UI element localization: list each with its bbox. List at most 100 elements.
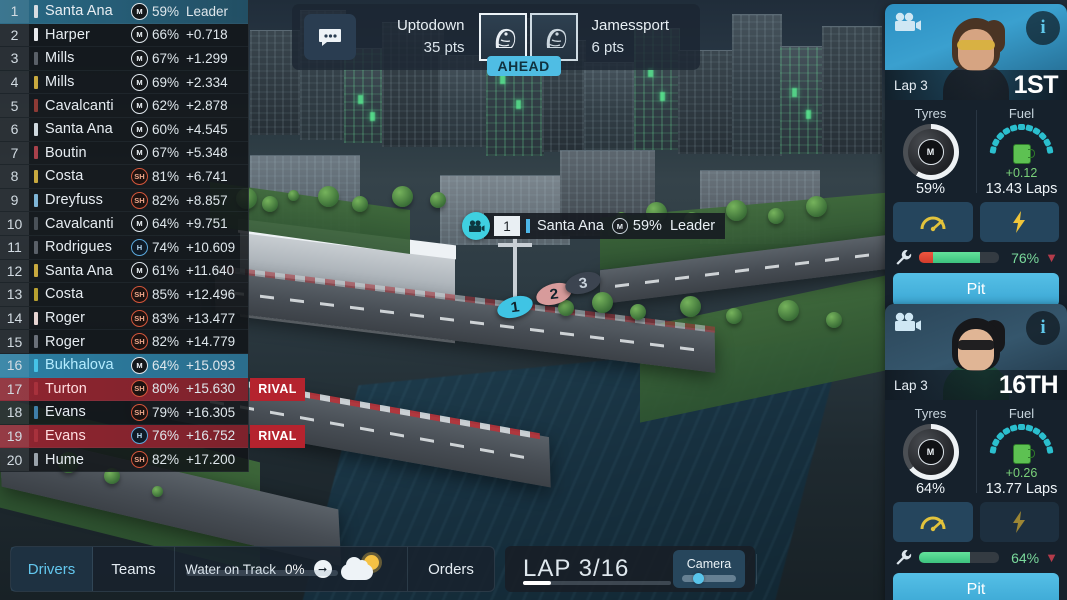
track-car-marker[interactable]: 3	[563, 270, 603, 296]
building	[584, 62, 636, 150]
camera-slider[interactable]	[682, 572, 736, 584]
camera-slider-knob[interactable]	[692, 572, 704, 584]
standings-row[interactable]: 14 Roger SH 83% +13.477	[0, 306, 248, 331]
standings-row[interactable]: 12 Santa Ana M 61% +11.640	[0, 259, 248, 284]
row-gap: +10.609	[186, 239, 236, 255]
info-button[interactable]: i	[1026, 11, 1060, 45]
row-gap: +8.857	[186, 192, 228, 208]
fuel-laps: 13.43 Laps	[985, 181, 1058, 197]
row-driver-name: Dreyfuss	[45, 192, 104, 209]
camera-button[interactable]: Camera	[673, 550, 745, 588]
right-team-crest[interactable]	[529, 13, 578, 61]
damage-row[interactable]: 64% ▼	[885, 548, 1067, 573]
left-team-crest[interactable]	[478, 13, 527, 61]
push-button[interactable]	[893, 202, 973, 242]
row-tyre-badge: M	[131, 144, 148, 162]
divider	[756, 554, 757, 584]
standings-row[interactable]: 20 Hume SH 82% +17.200	[0, 448, 248, 472]
standings-row[interactable]: 17 Turton SH 80% +15.630	[0, 377, 248, 402]
speed-gauge-icon	[920, 516, 946, 532]
standings-row[interactable]: 10 Cavalcanti M 64% +9.751	[0, 212, 248, 236]
standings-row[interactable]: 7 Boutin M 67% +5.348	[0, 141, 248, 166]
chevron-down-icon[interactable]: ▼	[1045, 250, 1058, 265]
camera-button[interactable]	[893, 12, 923, 34]
row-position: 19	[0, 424, 29, 448]
standings-row[interactable]: 13 Costa SH 85% +12.496	[0, 283, 248, 307]
standings-row[interactable]: 18 Evans SH 79% +16.305	[0, 401, 248, 425]
row-tyre-wear: 80%	[152, 381, 180, 397]
tyres-gauge: Tyres M 64%	[885, 406, 976, 497]
tyres-label: Tyres	[914, 406, 947, 421]
row-team-color	[34, 169, 38, 183]
standings-row[interactable]: 1 Santa Ana M 59% Leader	[0, 0, 248, 24]
standings-row[interactable]: 11 Rodrigues H 74% +10.609	[0, 235, 248, 260]
standings-row[interactable]: 16 Bukhalova M 64% +15.093	[0, 353, 248, 378]
game-screen: 1 2 3 1 Santa Ana M 59% Leader 2 Harper M 66% +0.…	[0, 0, 1067, 600]
row-tyre-badge: M	[131, 73, 148, 91]
tooltip-driver-name: Santa Ana	[537, 218, 604, 234]
fuel-label: Fuel	[1008, 106, 1035, 121]
row-gap: +6.741	[186, 168, 228, 184]
row-tyre-wear: 59%	[152, 3, 180, 19]
standings-row[interactable]: 8 Costa SH 81% +6.741	[0, 165, 248, 189]
row-team-color	[34, 264, 38, 278]
chat-button[interactable]	[304, 14, 356, 60]
tyres-label: Tyres	[914, 106, 947, 121]
row-position: 17	[0, 377, 29, 401]
car-number: 1	[509, 298, 521, 316]
push-button[interactable]	[893, 502, 973, 542]
standings-row[interactable]: 4 Mills M 69% +2.334	[0, 70, 248, 95]
standings-row[interactable]: 15 Roger SH 82% +14.779	[0, 330, 248, 354]
sun-cloud-icon	[340, 555, 381, 583]
row-tyre-wear: 74%	[152, 239, 180, 255]
fuel-arc-segment	[1009, 124, 1018, 132]
row-tyre-badge: SH	[131, 285, 148, 303]
damage-row[interactable]: 76% ▼	[885, 248, 1067, 273]
boost-button[interactable]	[979, 502, 1059, 542]
lap-position-bar: Lap 3 16TH	[885, 370, 1067, 400]
row-tyre-wear: 67%	[152, 145, 180, 161]
camera-button[interactable]	[893, 312, 923, 334]
standings-row[interactable]: 3 Mills M 67% +1.299	[0, 47, 248, 71]
tab-teams[interactable]: Teams	[93, 547, 175, 591]
row-position: 20	[0, 448, 29, 471]
row-position: 12	[0, 259, 29, 283]
driver-card[interactable]: i Lap 3 16TH Tyres M 64% Fuel +0.26 13.77 Laps 64…	[885, 304, 1067, 600]
boost-button[interactable]	[979, 202, 1059, 242]
fuel-label: Fuel	[1008, 406, 1035, 421]
row-team-color	[34, 75, 38, 89]
standings-row[interactable]: 9 Dreyfuss SH 82% +8.857	[0, 188, 248, 213]
rival-badge: RIVAL	[250, 377, 305, 401]
damage-percent: 76%	[1011, 249, 1040, 266]
car-number: 3	[577, 274, 589, 292]
fuel-delta: +0.12	[1005, 166, 1038, 180]
right-team-points: 6 pts	[591, 39, 625, 56]
standings-row[interactable]: 6 Santa Ana M 60% +4.545	[0, 117, 248, 142]
team-crest-icon	[546, 28, 566, 48]
driver-standings-list[interactable]: 1 Santa Ana M 59% Leader 2 Harper M 66% +0.718 3 Mi…	[0, 0, 305, 472]
info-button[interactable]: i	[1026, 311, 1060, 345]
water-on-track-widget[interactable]: Water on Track 0% ➞	[175, 547, 408, 591]
ahead-badge: AHEAD	[486, 56, 561, 76]
row-team-color	[34, 453, 38, 467]
pit-button[interactable]: Pit	[893, 573, 1059, 600]
driver-portrait: i Lap 3 16TH	[885, 304, 1067, 400]
tab-drivers[interactable]: Drivers	[11, 547, 93, 591]
row-tyre-wear: 76%	[152, 428, 180, 444]
row-position: 10	[0, 212, 29, 235]
bottom-toolbar: Drivers Teams Water on Track 0% ➞ Orders	[10, 546, 495, 592]
standings-row[interactable]: 19 Evans H 76% +16.752	[0, 424, 248, 449]
camera-follow-button[interactable]	[462, 212, 490, 240]
standings-row[interactable]: 2 Harper M 66% +0.718	[0, 23, 248, 48]
row-tyre-badge: SH	[131, 380, 148, 398]
driver-card[interactable]: i Lap 3 1ST Tyres M 59% Fuel +0.12 13.43 Laps 76%…	[885, 4, 1067, 316]
row-driver-name: Hume	[45, 451, 85, 468]
building	[732, 14, 782, 156]
standings-row[interactable]: 5 Cavalcanti M 62% +2.878	[0, 94, 248, 118]
row-team-color	[34, 287, 38, 301]
track-driver-tooltip[interactable]: 1 Santa Ana M 59% Leader	[462, 212, 726, 240]
chevron-down-icon[interactable]: ▼	[1045, 550, 1058, 565]
orders-button[interactable]: Orders	[408, 547, 494, 591]
pit-button[interactable]: Pit	[893, 273, 1059, 307]
row-team-color	[34, 99, 38, 113]
